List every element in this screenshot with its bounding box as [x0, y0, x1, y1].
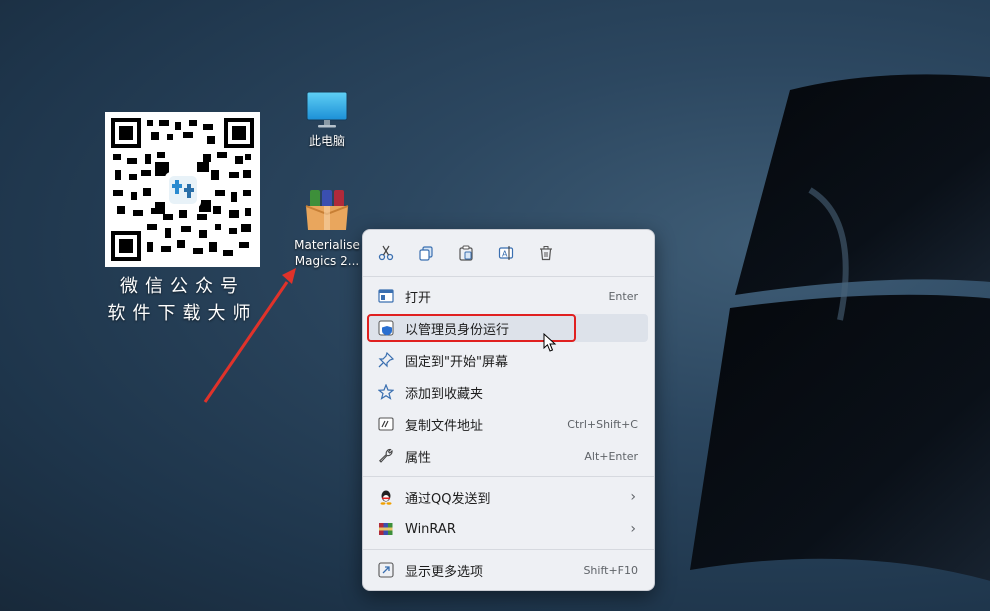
menu-item-label: 复制文件地址: [405, 418, 484, 434]
menu-item-label: 通过QQ发送到: [405, 491, 491, 507]
menu-item-label: 打开: [405, 290, 432, 306]
menu-item-show-more-options[interactable]: 显示更多选项 Shift+F10: [368, 556, 648, 584]
menu-item-label: 显示更多选项: [405, 564, 484, 580]
winrar-icon: [377, 520, 395, 538]
open-icon: [377, 287, 395, 305]
context-menu: A 打开 Enter 以管理员身份运行 固定到"开始"屏幕 添加到收藏夹 复制文…: [362, 229, 655, 591]
menu-separator: [363, 276, 654, 277]
menu-item-shortcut: Ctrl+Shift+C: [567, 417, 638, 431]
menu-item-open[interactable]: 打开 Enter: [368, 282, 648, 310]
menu-item-shortcut: Enter: [608, 289, 638, 303]
paste-icon: [459, 245, 473, 261]
cut-button[interactable]: [375, 242, 397, 264]
mouse-cursor-icon: [543, 333, 557, 352]
rename-icon: A: [498, 246, 514, 260]
pin-icon: [377, 351, 395, 369]
qq-icon: [377, 488, 395, 506]
menu-item-label: WinRAR: [405, 521, 456, 537]
paste-button[interactable]: [455, 242, 477, 264]
rename-button[interactable]: A: [495, 242, 517, 264]
menu-item-pin-start[interactable]: 固定到"开始"屏幕: [368, 346, 648, 374]
menu-item-copy-path[interactable]: 复制文件地址 Ctrl+Shift+C: [368, 410, 648, 438]
cut-icon: [378, 245, 394, 261]
star-icon: [377, 383, 395, 401]
menu-item-label: 属性: [405, 450, 432, 466]
delete-button[interactable]: [535, 242, 557, 264]
copy-icon: [419, 246, 433, 261]
menu-item-label: 添加到收藏夹: [405, 386, 484, 402]
svg-text:A: A: [502, 250, 508, 259]
menu-separator: [363, 549, 654, 550]
copy-path-icon: [377, 415, 395, 433]
menu-item-winrar[interactable]: WinRAR ›: [368, 515, 648, 543]
menu-item-properties[interactable]: 属性 Alt+Enter: [368, 442, 648, 470]
delete-icon: [540, 246, 552, 261]
menu-item-shortcut: Shift+F10: [583, 563, 638, 577]
menu-item-shortcut: Alt+Enter: [584, 449, 638, 463]
more-options-icon: [377, 561, 395, 579]
menu-item-send-via-qq[interactable]: 通过QQ发送到 ›: [368, 483, 648, 511]
chevron-right-icon: ›: [630, 521, 636, 537]
copy-button[interactable]: [415, 242, 437, 264]
wrench-icon: [377, 447, 395, 465]
menu-item-label: 固定到"开始"屏幕: [405, 354, 508, 370]
menu-separator: [363, 476, 654, 477]
chevron-right-icon: ›: [630, 489, 636, 505]
menu-item-add-favorites[interactable]: 添加到收藏夹: [368, 378, 648, 406]
context-menu-toolbar: A: [363, 230, 654, 276]
